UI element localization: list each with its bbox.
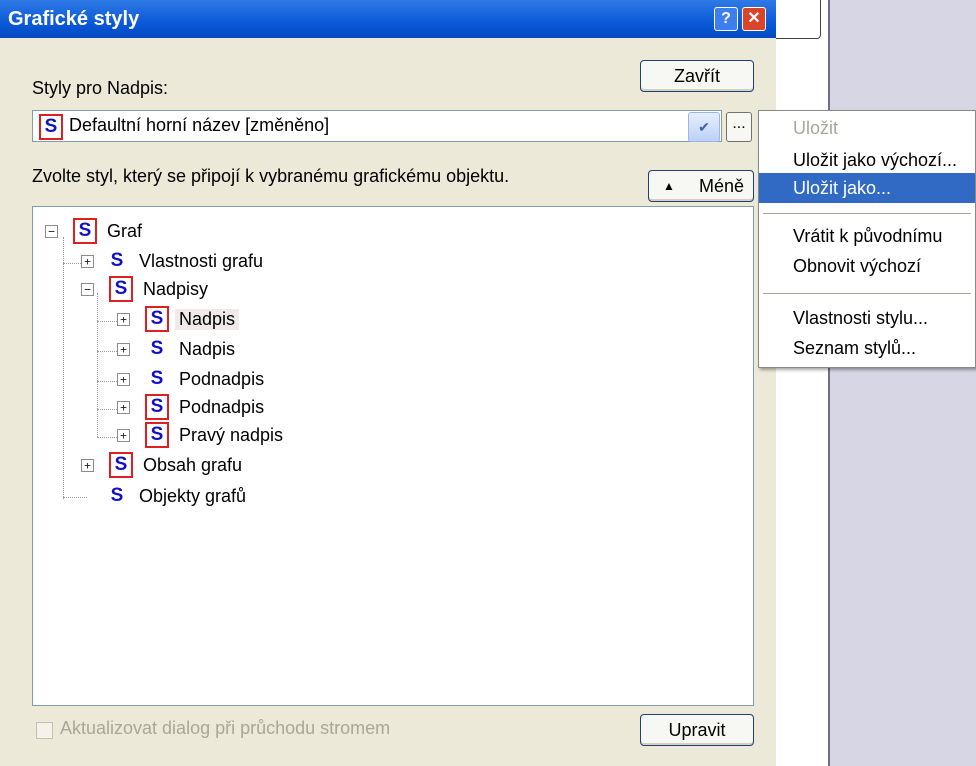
style-icon: S: [145, 394, 169, 420]
tree-node-podnadpis-styled[interactable]: S Podnadpis: [145, 394, 264, 420]
tree-connector: [97, 381, 119, 382]
menu-item-save[interactable]: Uložit: [759, 113, 975, 143]
menu-item-revert[interactable]: Vrátit k původnímu: [759, 221, 975, 251]
style-icon: S: [109, 452, 133, 478]
style-combo[interactable]: S Defaultní horní název [změněno]: [32, 110, 722, 142]
tree-node-label: Vlastnosti grafu: [139, 250, 264, 271]
style-icon: S: [145, 422, 169, 448]
background-tab[interactable]: [776, 0, 821, 39]
tree-node-vlastnosti-grafu[interactable]: S Vlastnosti grafu: [105, 248, 263, 274]
expand-toggle[interactable]: +: [81, 255, 94, 268]
tree-node-objekty-grafu[interactable]: S Objekty grafů: [105, 483, 246, 509]
less-button[interactable]: ▲ Méně: [648, 170, 754, 202]
menu-item-style-properties[interactable]: Vlastnosti stylu...: [759, 303, 975, 333]
style-icon: S: [39, 114, 63, 140]
less-button-label: Méně: [699, 176, 745, 196]
menu-item-restore-default[interactable]: Obnovit výchozí: [759, 251, 975, 281]
tree-node-label: Nadpisy: [143, 278, 209, 299]
graphic-styles-dialog: Grafické styly ? ✕ Styly pro Nadpis: Zav…: [0, 0, 776, 766]
collapse-toggle[interactable]: −: [45, 225, 58, 238]
tree-node-label: Podnadpis: [179, 396, 265, 417]
tree-connector: [97, 293, 98, 437]
title-bar[interactable]: Grafické styly ? ✕: [0, 0, 776, 38]
style-icon: S: [109, 276, 133, 302]
style-icon: S: [145, 306, 169, 332]
style-tree[interactable]: − S Graf + S Vlastnosti grafu − S Nadpis…: [32, 206, 754, 706]
update-dialog-label: Aktualizovat dialog při průchodu stromem: [60, 718, 391, 738]
tree-node-obsah-grafu[interactable]: S Obsah grafu: [109, 452, 242, 478]
menu-item-style-list[interactable]: Seznam stylů...: [759, 333, 975, 363]
help-button[interactable]: ?: [714, 7, 738, 31]
style-combo-value: Defaultní horní název [změněno]: [69, 115, 330, 135]
expand-toggle[interactable]: +: [117, 401, 130, 414]
tree-connector: [97, 351, 119, 352]
expand-toggle[interactable]: +: [117, 373, 130, 386]
menu-item-save-as[interactable]: Uložit jako...: [759, 173, 975, 203]
edit-button[interactable]: Upravit: [640, 714, 754, 746]
close-button[interactable]: Zavřít: [640, 60, 754, 92]
style-icon: S: [150, 338, 164, 359]
expand-toggle[interactable]: +: [117, 343, 130, 356]
tree-node-label: Obsah grafu: [143, 454, 243, 475]
collapse-toggle[interactable]: −: [81, 283, 94, 296]
tree-node-nadpis[interactable]: S Nadpis: [145, 336, 235, 362]
tree-connector: [97, 437, 119, 438]
instruction-text: Zvolte styl, který se připojí k vybraném…: [32, 166, 510, 186]
tree-node-label: Nadpis: [179, 338, 236, 359]
dialog-title: Grafické styly: [8, 8, 140, 30]
style-icon: S: [73, 218, 97, 244]
tree-connector: [97, 321, 119, 322]
expand-toggle[interactable]: +: [117, 429, 130, 442]
chevron-down-icon[interactable]: ✔︎: [688, 112, 720, 142]
tree-node-pravy-nadpis[interactable]: S Pravý nadpis: [145, 422, 283, 448]
style-icon: S: [150, 368, 164, 389]
more-options-button[interactable]: ...: [726, 112, 752, 142]
tree-node-label: Objekty grafů: [139, 485, 247, 506]
tree-connector: [97, 409, 119, 410]
style-icon: S: [110, 485, 124, 506]
tree-node-nadpis-selected[interactable]: S Nadpis: [145, 306, 240, 332]
chevron-up-icon: ▲: [663, 179, 675, 193]
close-window-button[interactable]: ✕: [742, 7, 766, 31]
save-context-menu: Uložit Uložit jako výchozí... Uložit jak…: [758, 110, 976, 368]
styles-for-label: Styly pro Nadpis:: [32, 78, 169, 98]
expand-toggle[interactable]: +: [117, 313, 130, 326]
menu-separator: [763, 213, 971, 214]
tree-connector: [63, 263, 83, 264]
tree-connector: [63, 237, 64, 499]
tree-node-podnadpis[interactable]: S Podnadpis: [145, 366, 264, 392]
tree-node-nadpisy[interactable]: S Nadpisy: [109, 276, 208, 302]
tree-connector: [63, 497, 87, 498]
tree-node-label: Graf: [107, 220, 143, 241]
update-dialog-checkbox[interactable]: [36, 722, 53, 739]
tree-node-label: Pravý nadpis: [179, 424, 284, 445]
tree-node-label: Podnadpis: [179, 368, 265, 389]
tree-node-label: Nadpis: [175, 308, 240, 330]
tree-node-graf[interactable]: S Graf: [73, 218, 142, 244]
expand-toggle[interactable]: +: [81, 459, 94, 472]
style-icon: S: [110, 250, 124, 271]
menu-separator: [763, 293, 971, 294]
menu-item-save-as-default[interactable]: Uložit jako výchozí...: [759, 145, 975, 175]
